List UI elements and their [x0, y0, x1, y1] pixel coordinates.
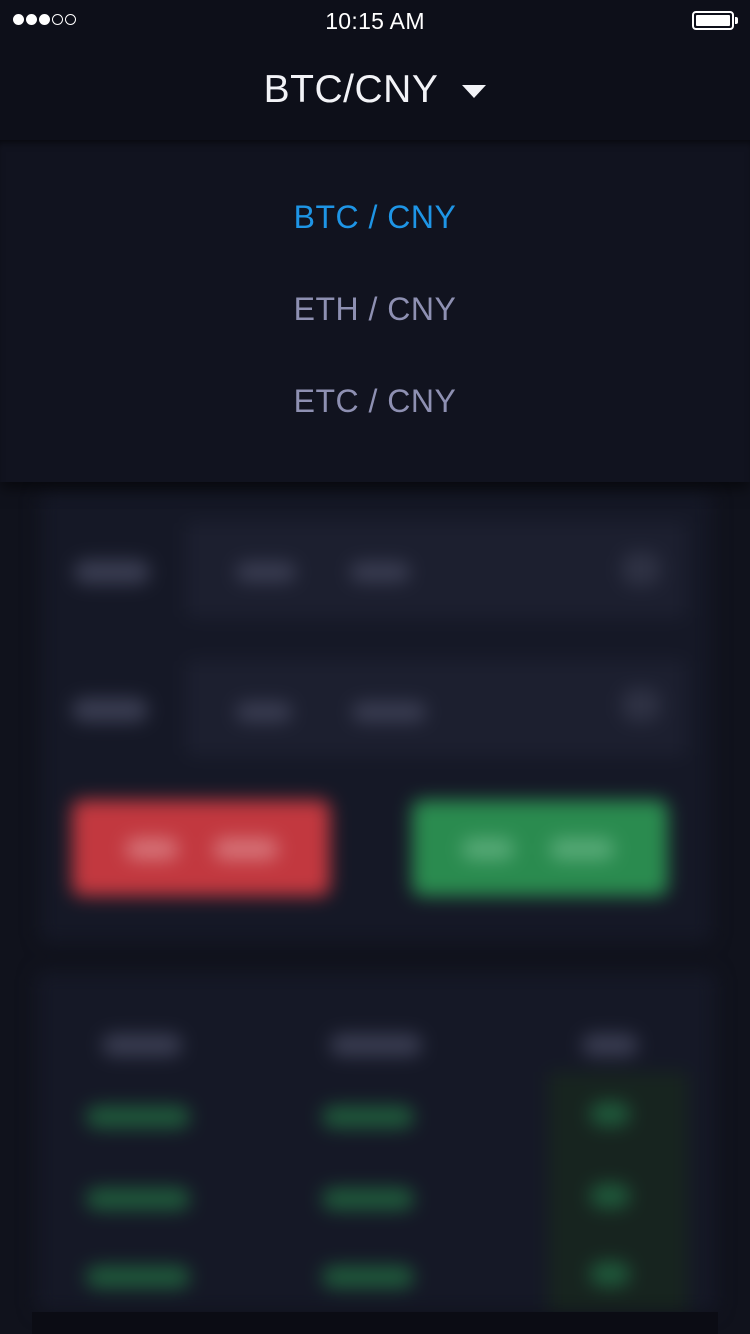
order-row-placeholder	[322, 1188, 414, 1210]
battery-shell	[692, 11, 734, 30]
amount-label-placeholder	[72, 698, 148, 722]
order-row-placeholder	[86, 1188, 190, 1210]
pair-option-eth-cny[interactable]: ETH / CNY	[0, 279, 750, 339]
order-row-placeholder	[322, 1106, 414, 1128]
sell-button-placeholder	[72, 800, 330, 896]
stepper-placeholder	[622, 688, 660, 722]
blurred-content-inner	[0, 482, 750, 1334]
column-header-placeholder	[330, 1034, 422, 1056]
price-text-placeholder	[350, 562, 410, 582]
app-screen: 10:15 AM BTC/CNY BTC / CNY ETH / CNY ETC…	[0, 0, 750, 1334]
battery-nub	[735, 17, 738, 24]
battery-fill	[696, 15, 730, 26]
page-title[interactable]: BTC/CNY	[264, 68, 439, 112]
price-label-placeholder	[74, 560, 150, 584]
pair-option-btc-cny[interactable]: BTC / CNY	[0, 187, 750, 247]
buy-text-placeholder	[550, 838, 614, 860]
order-row-placeholder	[86, 1106, 190, 1128]
bottom-edge	[32, 1312, 718, 1334]
stepper-placeholder	[622, 552, 660, 586]
order-row-placeholder	[322, 1266, 414, 1288]
order-row-placeholder	[590, 1102, 630, 1126]
amount-text-placeholder	[236, 702, 292, 722]
pair-selector-header[interactable]: BTC/CNY	[0, 40, 750, 140]
order-row-placeholder	[86, 1266, 190, 1288]
column-header-placeholder	[102, 1034, 182, 1056]
column-header-placeholder	[582, 1034, 638, 1056]
blurred-trading-content	[0, 482, 750, 1334]
pair-dropdown-menu: BTC / CNY ETH / CNY ETC / CNY	[0, 140, 750, 482]
battery-full-icon	[692, 11, 738, 30]
sell-text-placeholder	[214, 838, 278, 860]
order-row-placeholder	[590, 1184, 630, 1208]
buy-button-placeholder	[412, 800, 668, 896]
caret-down-icon[interactable]	[462, 84, 487, 98]
buy-text-placeholder	[462, 838, 514, 860]
amount-text-placeholder	[352, 702, 426, 722]
status-time: 10:15 AM	[325, 8, 425, 34]
price-text-placeholder	[236, 562, 296, 582]
status-bar: 10:15 AM	[0, 0, 750, 40]
sell-text-placeholder	[126, 838, 178, 860]
order-row-placeholder	[590, 1262, 630, 1286]
pair-option-etc-cny[interactable]: ETC / CNY	[0, 371, 750, 431]
